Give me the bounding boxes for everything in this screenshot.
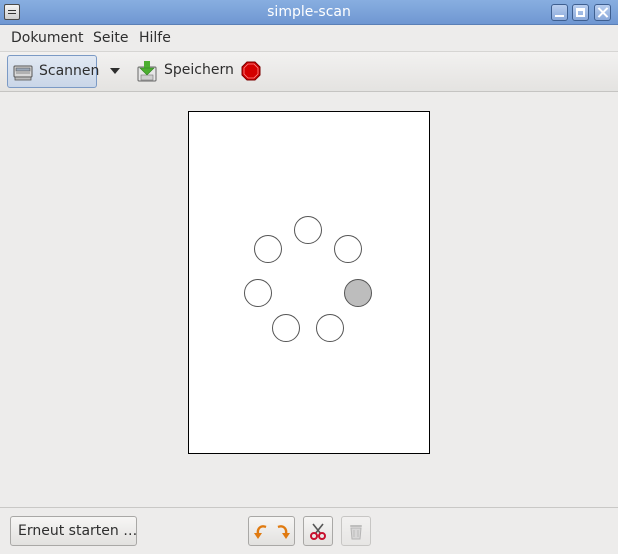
menu-bar: Dokument Seite Hilfe <box>0 25 618 51</box>
menu-dokument[interactable]: Dokument <box>11 30 84 46</box>
scissors-icon <box>310 523 326 540</box>
close-button[interactable] <box>594 4 611 21</box>
window-title: simple-scan <box>267 4 351 20</box>
minimize-button[interactable] <box>551 4 568 21</box>
rotate-buttons <box>248 516 295 546</box>
spinner-dot <box>254 235 282 263</box>
scan-button-label: Scannen <box>39 63 100 79</box>
restart-button[interactable]: Erneut starten … <box>10 516 137 546</box>
spinner-dot <box>294 216 322 244</box>
menu-seite[interactable]: Seite <box>93 30 129 46</box>
scanner-icon <box>13 65 33 81</box>
rotate-left-icon[interactable] <box>253 523 271 541</box>
rotate-right-icon[interactable] <box>273 523 291 541</box>
stop-icon[interactable] <box>241 61 261 81</box>
menu-hilfe[interactable]: Hilfe <box>139 30 171 46</box>
scan-options-chevron-down-icon[interactable] <box>110 68 120 74</box>
spinner-dot <box>316 314 344 342</box>
spinner-dot <box>334 235 362 263</box>
trash-icon <box>350 525 362 540</box>
crop-button[interactable] <box>303 516 333 546</box>
title-bar[interactable]: simple-scan <box>0 0 618 25</box>
scan-button[interactable]: Scannen <box>7 55 100 88</box>
restart-button-label: Erneut starten … <box>18 523 138 539</box>
save-button-label[interactable]: Speichern <box>164 62 234 78</box>
loading-spinner <box>244 216 372 342</box>
save-icon[interactable] <box>137 60 157 82</box>
spinner-dot <box>272 314 300 342</box>
toolbar: Scannen <box>0 51 618 92</box>
maximize-button[interactable] <box>572 4 589 21</box>
spinner-dot <box>244 279 272 307</box>
delete-page-button[interactable] <box>341 516 371 546</box>
spinner-dot-active <box>344 279 372 307</box>
